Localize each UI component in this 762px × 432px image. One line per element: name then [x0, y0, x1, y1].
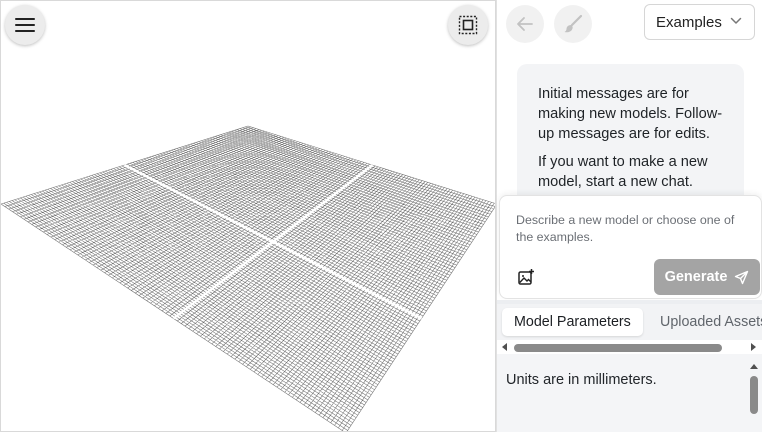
horizontal-scrollbar[interactable] [497, 340, 762, 354]
scrollbar-thumb[interactable] [750, 376, 758, 414]
scroll-up-icon[interactable] [750, 364, 758, 369]
add-image-icon[interactable] [517, 268, 535, 286]
chat-message-text: Initial messages are for making new mode… [538, 86, 723, 142]
chat-message: Initial messages are for making new mode… [517, 64, 744, 204]
tab-bar: Model Parameters Uploaded Assets [497, 304, 762, 340]
chevron-down-icon [730, 17, 742, 24]
prompt-input[interactable]: Describe a new model or choose one of th… [516, 212, 748, 246]
scrollbar-thumb[interactable] [514, 344, 722, 352]
chat-message-text: If you want to make a new model, start a… [538, 154, 708, 190]
scroll-left-icon[interactable] [502, 343, 507, 351]
send-icon [735, 270, 749, 284]
arrow-left-icon [517, 17, 533, 31]
fit-to-view-icon [458, 15, 478, 35]
scroll-right-icon[interactable] [751, 343, 756, 351]
back-button[interactable] [506, 5, 544, 43]
vertical-scrollbar[interactable] [747, 360, 761, 432]
ground-grid [1, 125, 495, 431]
brush-button[interactable] [554, 5, 592, 43]
tab-uploaded-assets[interactable]: Uploaded Assets [648, 308, 762, 336]
examples-dropdown[interactable]: Examples [644, 4, 755, 40]
generate-button[interactable]: Generate [654, 259, 760, 295]
model-parameters-panel: Units are in millimeters. [497, 354, 762, 432]
tab-model-parameters[interactable]: Model Parameters [502, 308, 643, 336]
prompt-composer: Describe a new model or choose one of th… [499, 195, 762, 299]
chat-panel: Examples Initial messages are for making… [496, 0, 762, 432]
paint-brush-icon [564, 14, 583, 33]
generate-label: Generate [664, 269, 728, 285]
menu-button[interactable] [5, 5, 45, 45]
examples-label: Examples [656, 13, 722, 31]
fit-view-button[interactable] [448, 5, 488, 45]
hamburger-menu-icon [15, 18, 35, 32]
units-note: Units are in millimeters. [506, 372, 657, 388]
3d-viewport[interactable] [0, 0, 496, 432]
